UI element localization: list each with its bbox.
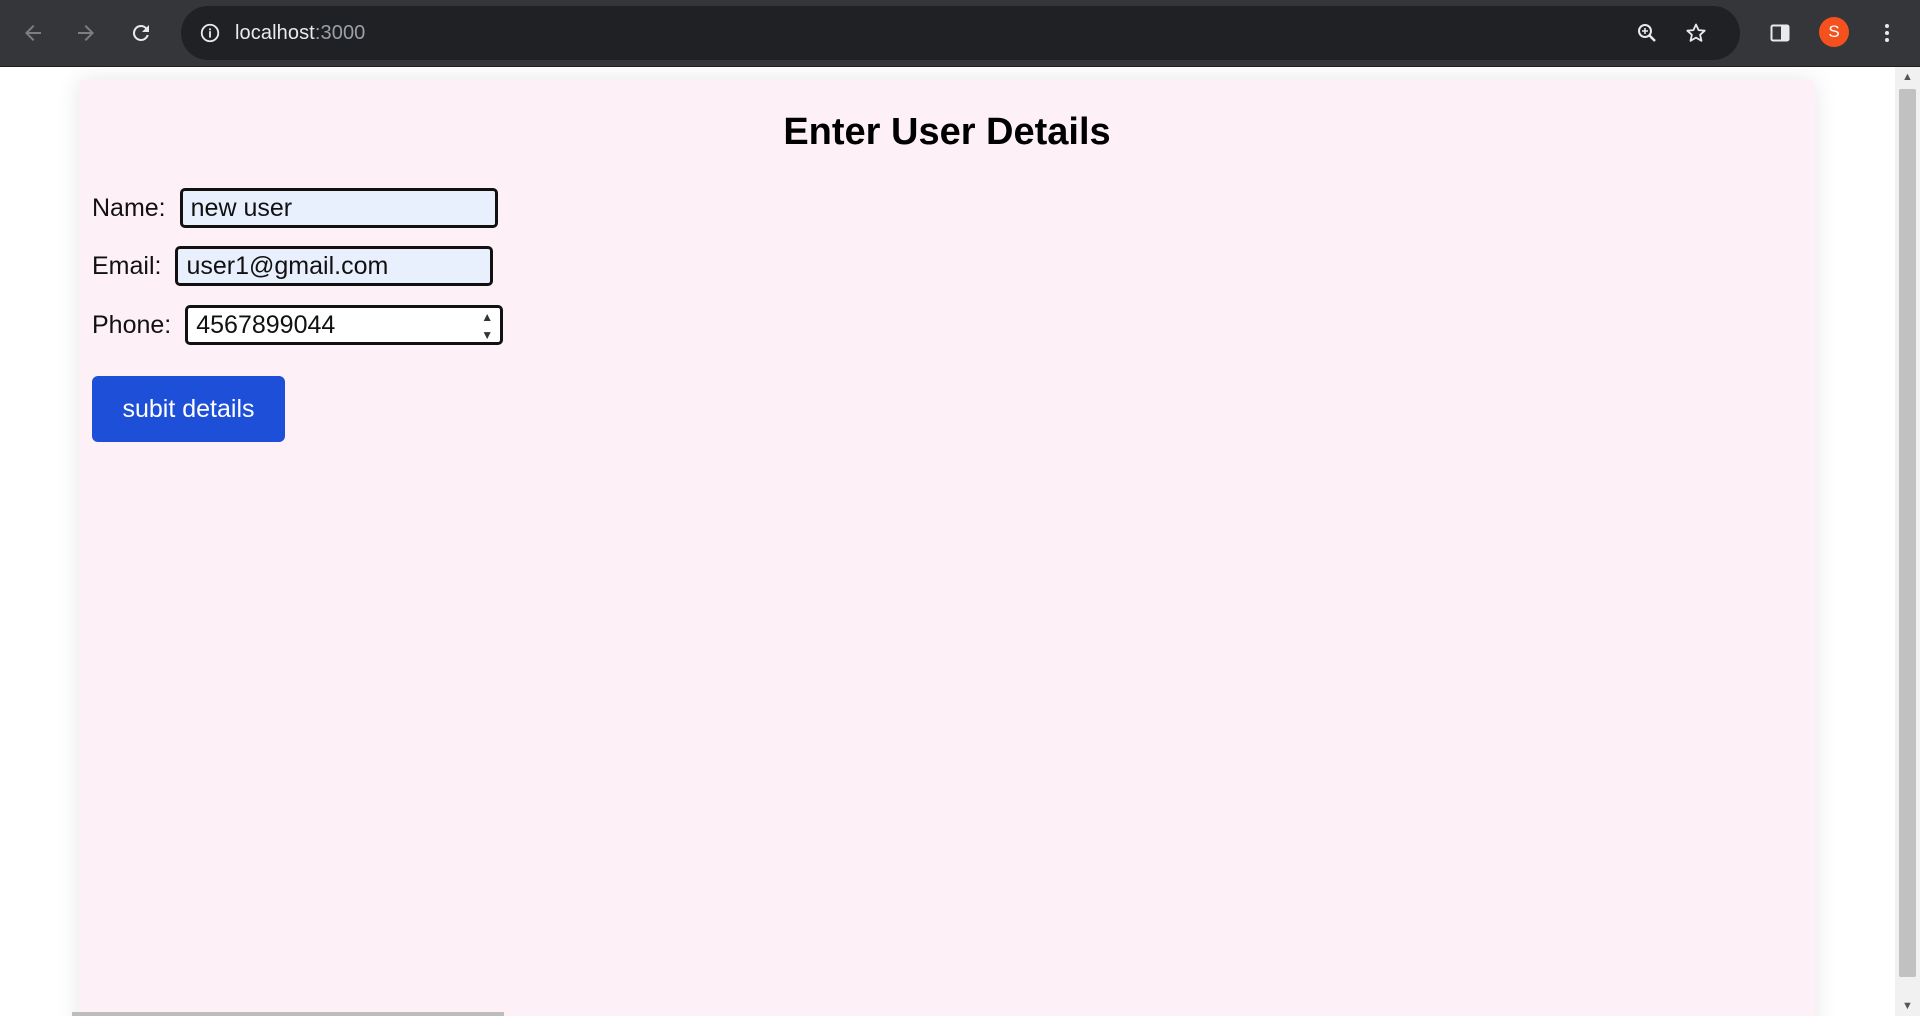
phone-field-wrapper: ▲ ▼ [185,305,504,345]
forward-icon [78,25,94,41]
stepper-up-icon[interactable]: ▲ [481,310,493,324]
email-input[interactable] [175,246,494,286]
zoom-button[interactable] [1630,16,1664,50]
more-icon [1885,24,1889,42]
stepper-down-icon[interactable]: ▼ [481,328,493,342]
reload-icon [132,24,149,41]
phone-stepper[interactable]: ▲ ▼ [477,310,497,342]
name-row: Name: [92,186,498,230]
zoom-icon [1638,24,1656,42]
name-label: Name: [92,193,166,222]
phone-label: Phone: [92,310,172,339]
forward-button[interactable] [66,13,106,53]
info-icon [200,23,220,43]
scroll-down-icon[interactable]: ▼ [1895,996,1920,1016]
profile-avatar[interactable]: S [1819,17,1849,47]
side-panel-button[interactable] [1760,13,1800,53]
email-label: Email: [92,251,162,280]
star-icon [1686,23,1706,42]
scrollbar-thumb[interactable] [1899,89,1916,977]
email-row: Email: [92,244,494,288]
address-bar[interactable]: localhost:3000 [181,6,1740,60]
back-button[interactable] [13,13,53,53]
side-panel-icon [1770,24,1790,42]
page-title: Enter User Details [783,111,1111,153]
site-info-button[interactable] [193,16,227,50]
page-viewport: Enter User Details Name: Email: Phone: ▲… [0,67,1895,1016]
browser-toolbar: localhost:3000 S [0,0,1920,67]
phone-input[interactable] [185,305,504,345]
vertical-scrollbar[interactable]: ▲ ▼ [1895,67,1920,1016]
bookmark-button[interactable] [1679,16,1713,50]
scroll-up-icon[interactable]: ▲ [1895,67,1920,87]
reload-button[interactable] [121,13,161,53]
submit-details-button[interactable]: subit details [92,376,285,442]
horizontal-scrollbar-thumb[interactable] [72,1012,504,1016]
phone-row: Phone: ▲ ▼ [92,303,504,347]
url-port: :3000 [314,22,366,44]
back-icon [25,25,41,41]
browser-menu-button[interactable] [1867,13,1907,53]
user-details-card: Enter User Details Name: Email: Phone: ▲… [79,80,1815,1016]
url-host: localhost [235,22,315,44]
url-text[interactable]: localhost:3000 [235,6,365,60]
name-input[interactable] [179,188,498,228]
